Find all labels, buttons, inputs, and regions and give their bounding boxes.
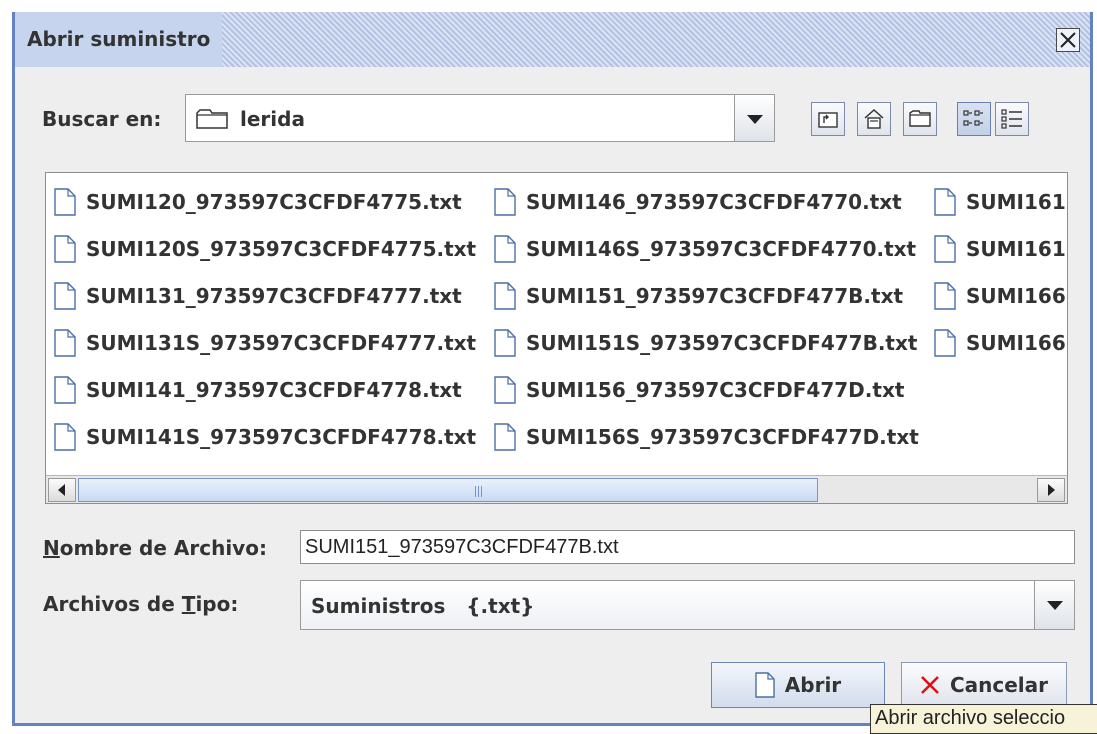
- file-icon: [494, 282, 516, 310]
- file-icon: [54, 235, 76, 263]
- filetype-value: Suministros {.txt}: [311, 594, 535, 618]
- cancel-x-icon: [921, 676, 939, 694]
- file-chooser-dialog: Abrir suministro Buscar en: lerida SUMI1…: [12, 12, 1093, 726]
- file-icon: [54, 376, 76, 404]
- scrollbar-grip-icon: [475, 486, 483, 497]
- file-name: SUMI141S_973597C3CFDF4778.txt: [86, 425, 477, 449]
- file-icon: [934, 282, 956, 310]
- file-list-item[interactable]: SUMI141_973597C3CFDF4778.txt: [54, 371, 462, 409]
- file-list-item[interactable]: SUMI151_973597C3CFDF477B.txt: [494, 277, 903, 315]
- up-folder-button[interactable]: [811, 102, 845, 136]
- close-button[interactable]: [1056, 28, 1080, 52]
- file-list-item[interactable]: SUMI120S_973597C3CFDF4775.txt: [54, 230, 476, 268]
- file-name: SUMI131S_973597C3CFDF4777.txt: [86, 331, 477, 355]
- file-name: SUMI141_973597C3CFDF4778.txt: [86, 378, 462, 402]
- file-name: SUMI166: [966, 284, 1066, 308]
- file-name: SUMI131_973597C3CFDF4777.txt: [86, 284, 462, 308]
- file-list-item[interactable]: SUMI156_973597C3CFDF477D.txt: [494, 371, 904, 409]
- close-icon: [1060, 32, 1076, 48]
- cancel-button-label: Cancelar: [949, 673, 1049, 697]
- file-icon: [494, 376, 516, 404]
- new-folder-icon: [909, 110, 931, 127]
- scrollbar-thumb[interactable]: [78, 478, 818, 502]
- file-list-item[interactable]: SUMI166: [934, 324, 1066, 362]
- details-view-icon: [1001, 109, 1022, 129]
- file-name: SUMI120S_973597C3CFDF4775.txt: [86, 237, 477, 261]
- file-icon: [54, 329, 76, 357]
- cancel-button[interactable]: Cancelar: [901, 662, 1067, 708]
- file-list-item[interactable]: SUMI146_973597C3CFDF4770.txt: [494, 183, 902, 221]
- file-name: SUMI146S_973597C3CFDF4770.txt: [526, 237, 917, 261]
- file-icon: [934, 188, 956, 216]
- scroll-right-button[interactable]: [1037, 478, 1065, 502]
- open-button-label: Abrir: [784, 673, 842, 697]
- look-in-combo[interactable]: lerida: [185, 94, 775, 142]
- look-in-dropdown-arrow[interactable]: [734, 95, 774, 141]
- filename-label-mnemonic: N: [43, 536, 60, 560]
- file-icon: [494, 235, 516, 263]
- file-icon: [54, 282, 76, 310]
- look-in-value: lerida: [240, 107, 305, 131]
- file-list-item[interactable]: SUMI151S_973597C3CFDF477B.txt: [494, 324, 917, 362]
- file-icon: [934, 329, 956, 357]
- dialog-title: Abrir suministro: [15, 12, 223, 67]
- filetype-label-pre: Archivos de: [43, 592, 182, 616]
- filetype-label-mnemonic: T: [181, 592, 196, 616]
- file-icon: [755, 672, 775, 698]
- filetype-dropdown-arrow[interactable]: [1034, 581, 1074, 629]
- file-list-item[interactable]: SUMI131S_973597C3CFDF4777.txt: [54, 324, 476, 362]
- file-name: SUMI156_973597C3CFDF477D.txt: [526, 378, 905, 402]
- file-name: SUMI166: [966, 331, 1066, 355]
- file-icon: [494, 329, 516, 357]
- file-list-item[interactable]: SUMI120_973597C3CFDF4775.txt: [54, 183, 462, 221]
- file-name: SUMI151S_973597C3CFDF477B.txt: [526, 331, 918, 355]
- file-list-item[interactable]: SUMI166: [934, 277, 1066, 315]
- filetype-label: Archivos de Tipo:: [43, 592, 238, 616]
- up-folder-icon: [818, 112, 838, 128]
- file-list-item[interactable]: SUMI161: [934, 183, 1066, 221]
- horizontal-scrollbar[interactable]: [46, 475, 1067, 503]
- filename-input[interactable]: SUMI151_973597C3CFDF477B.txt: [300, 530, 1075, 564]
- filetype-combo[interactable]: Suministros {.txt}: [300, 580, 1075, 630]
- file-icon: [494, 423, 516, 451]
- scroll-left-button[interactable]: [48, 478, 76, 502]
- folder-icon: [196, 109, 228, 129]
- filename-label-text: ombre de Archivo:: [59, 536, 267, 560]
- file-list-item[interactable]: SUMI156S_973597C3CFDF477D.txt: [494, 418, 919, 456]
- title-bar[interactable]: Abrir suministro: [15, 12, 1090, 67]
- new-folder-button[interactable]: [903, 102, 937, 136]
- home-icon: [864, 108, 884, 129]
- tooltip: Abrir archivo seleccio: [870, 704, 1097, 734]
- file-name: SUMI146_973597C3CFDF4770.txt: [526, 190, 902, 214]
- file-icon: [934, 235, 956, 263]
- filetype-label-post: ipo:: [195, 592, 239, 616]
- file-list-item[interactable]: SUMI141S_973597C3CFDF4778.txt: [54, 418, 476, 456]
- file-list[interactable]: SUMI120_973597C3CFDF4775.txt SUMI120S_973…: [45, 172, 1068, 504]
- file-icon: [494, 188, 516, 216]
- details-view-button[interactable]: [995, 102, 1029, 136]
- file-name: SUMI151_973597C3CFDF477B.txt: [526, 284, 904, 308]
- list-view-icon: [963, 110, 983, 126]
- file-name: SUMI120_973597C3CFDF4775.txt: [86, 190, 462, 214]
- home-button[interactable]: [857, 102, 891, 136]
- open-button[interactable]: Abrir: [711, 662, 885, 708]
- file-name: SUMI156S_973597C3CFDF477D.txt: [526, 425, 919, 449]
- filename-label: Nombre de Archivo:: [43, 536, 267, 560]
- file-list-item[interactable]: SUMI161: [934, 230, 1066, 268]
- file-list-item[interactable]: SUMI146S_973597C3CFDF4770.txt: [494, 230, 916, 268]
- file-list-item[interactable]: SUMI131_973597C3CFDF4777.txt: [54, 277, 462, 315]
- file-name: SUMI161: [966, 190, 1066, 214]
- file-name: SUMI161: [966, 237, 1066, 261]
- look-in-label: Buscar en:: [42, 107, 162, 131]
- list-view-button[interactable]: [957, 102, 991, 136]
- file-icon: [54, 188, 76, 216]
- file-icon: [54, 423, 76, 451]
